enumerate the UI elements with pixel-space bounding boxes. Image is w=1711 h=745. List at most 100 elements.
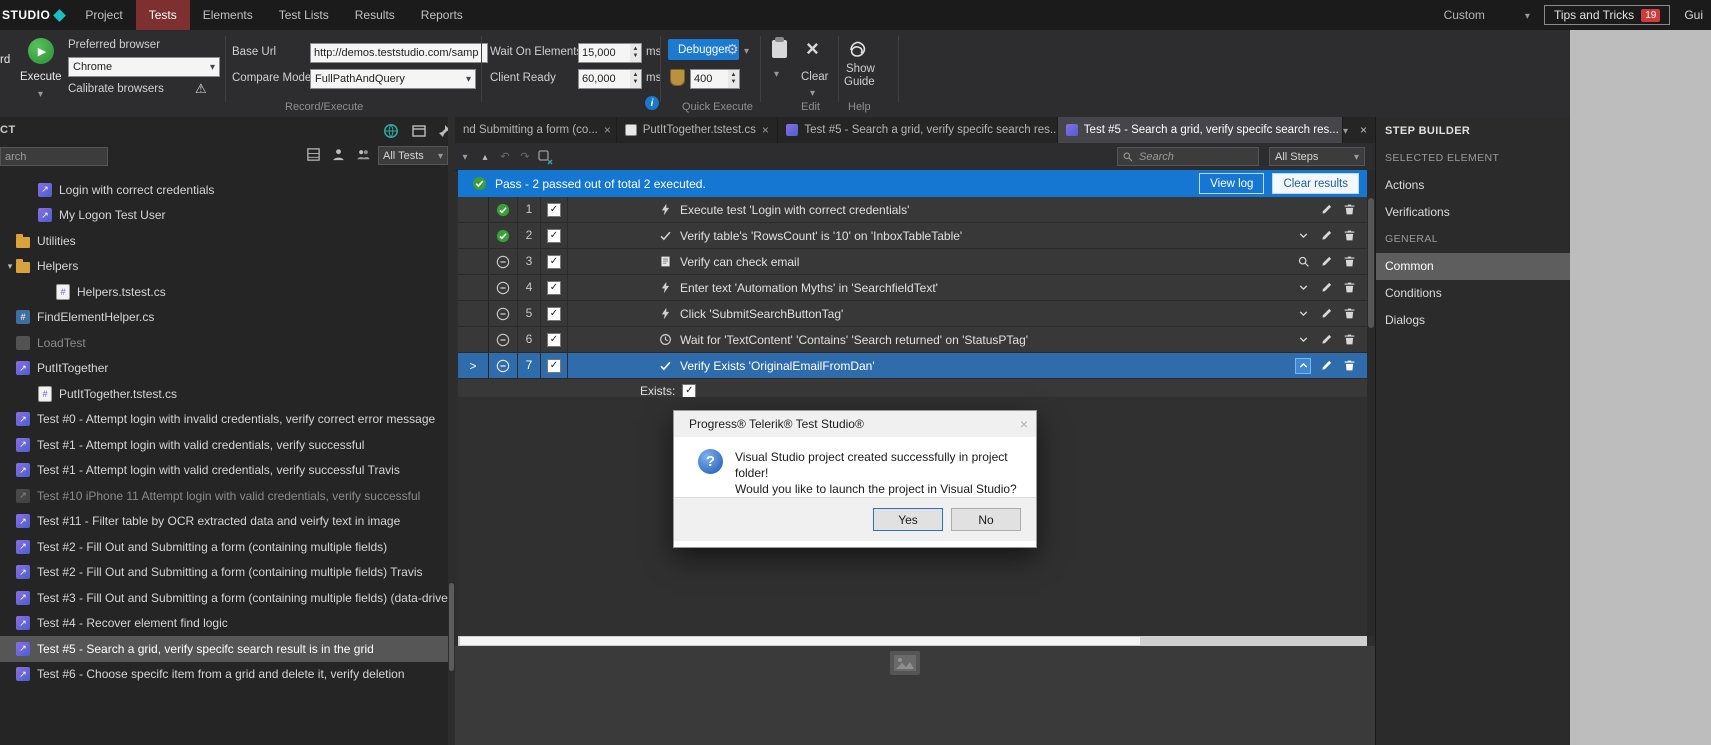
expand-step-icon[interactable] <box>1295 228 1311 244</box>
close-all-icon[interactable]: × <box>1360 123 1367 137</box>
delete-step-icon[interactable] <box>1341 254 1357 270</box>
wait-on-elements-input[interactable] <box>578 43 632 63</box>
tree-item[interactable]: FindElementHelper.cs <box>0 305 448 331</box>
gear-icon[interactable] <box>726 41 739 58</box>
clipboard-icon[interactable] <box>772 37 787 58</box>
section-common-selected[interactable]: Common <box>1376 253 1571 280</box>
clear-results-button[interactable]: Clear results <box>1272 173 1359 194</box>
edit-step-icon[interactable] <box>1318 202 1334 218</box>
edit-step-icon[interactable] <box>1318 228 1334 244</box>
close-icon[interactable] <box>762 123 769 137</box>
show-guide-button[interactable]: Show <box>846 63 875 75</box>
scrollbar-thumb[interactable] <box>460 637 1140 645</box>
no-button[interactable]: No <box>951 508 1021 531</box>
close-icon[interactable] <box>604 123 611 137</box>
tree-item[interactable]: Test #2 - Fill Out and Submitting a form… <box>0 560 448 586</box>
close-icon[interactable] <box>1020 416 1028 432</box>
expand-step-icon[interactable] <box>1295 280 1311 296</box>
tree-item[interactable]: Test #10 iPhone 11 Attempt login with va… <box>0 483 448 509</box>
step-checkbox[interactable] <box>541 249 568 274</box>
edit-step-icon[interactable] <box>1318 306 1334 322</box>
tree-item[interactable]: Helpers.tstest.cs <box>0 279 448 305</box>
clear-icon[interactable] <box>806 40 819 59</box>
steps-horizontal-scrollbar[interactable] <box>458 636 1367 646</box>
step-checkbox[interactable] <box>541 275 568 300</box>
tree-item[interactable]: ▾ Helpers <box>0 254 448 280</box>
section-conditions[interactable]: Conditions <box>1376 280 1571 307</box>
tab-overflow-icon[interactable] <box>1343 123 1348 137</box>
tree-item[interactable]: Utilities <box>0 228 448 254</box>
step-checkbox[interactable] <box>541 223 568 248</box>
undo-icon[interactable]: ↶ <box>495 150 515 163</box>
chevron-down-icon[interactable] <box>810 85 815 99</box>
step-row[interactable]: 1 Execute test 'Login with correct crede… <box>458 197 1367 223</box>
collapse-all-icon[interactable] <box>475 151 495 163</box>
edit-step-icon[interactable] <box>1318 358 1334 374</box>
collapse-step-icon[interactable] <box>1295 357 1311 374</box>
refresh-globe-icon[interactable] <box>383 123 399 139</box>
step-row[interactable]: 5 Click 'SubmitSearchButtonTag' <box>458 301 1367 327</box>
wait-on-elements-spinner[interactable]: ▲ ▼ <box>630 43 642 63</box>
expand-step-icon[interactable] <box>1295 306 1311 322</box>
inspect-step-icon[interactable] <box>1295 254 1311 270</box>
tree-item[interactable]: LoadTest <box>0 330 448 356</box>
section-dialogs[interactable]: Dialogs <box>1376 307 1571 334</box>
tree-item[interactable]: Test #3 - Fill Out and Submitting a form… <box>0 585 448 611</box>
step-checkbox[interactable] <box>541 301 568 326</box>
edit-step-icon[interactable] <box>1318 332 1334 348</box>
document-tab-active[interactable]: Test #5 - Search a grid, verify specifc … <box>1057 117 1343 143</box>
yes-button[interactable]: Yes <box>873 508 943 531</box>
threshold-input[interactable] <box>690 69 730 89</box>
dialog-title-bar[interactable]: Progress® Telerik® Test Studio® <box>674 411 1036 437</box>
chevron-down-icon[interactable] <box>774 66 779 80</box>
document-tab[interactable]: nd Submitting a form (co... <box>455 117 617 143</box>
document-tab[interactable]: PutItTogether.tstest.cs <box>617 117 779 143</box>
menu-results[interactable]: Results <box>342 0 408 30</box>
user-icon[interactable] <box>331 147 346 162</box>
menu-reports[interactable]: Reports <box>408 0 476 30</box>
tree-item[interactable]: PutItTogether <box>0 356 448 382</box>
compare-mode-select[interactable]: FullPathAndQuery <box>310 69 476 89</box>
section-actions[interactable]: Actions <box>1376 172 1571 199</box>
tree-item[interactable]: PutItTogether.tstest.cs <box>0 381 448 407</box>
edit-step-icon[interactable] <box>1318 280 1334 296</box>
tree-item[interactable]: My Logon Test User <box>0 203 448 229</box>
tree-item[interactable]: Test #6 - Choose specifc item from a gri… <box>0 662 448 688</box>
step-row[interactable]: 2 Verify table's 'RowsCount' is '10' on … <box>458 223 1367 249</box>
execute-button[interactable]: Execute <box>20 71 62 83</box>
scrollbar-thumb[interactable] <box>449 583 454 671</box>
menu-project[interactable]: Project <box>72 0 135 30</box>
delete-step-icon[interactable] <box>1341 280 1357 296</box>
step-row[interactable]: 3 Verify can check email <box>458 249 1367 275</box>
tips-and-tricks-button[interactable]: Tips and Tricks 19 <box>1543 5 1671 25</box>
execute-dropdown-icon[interactable] <box>38 86 43 100</box>
browser-select[interactable]: Chrome <box>68 57 220 77</box>
menu-elements[interactable]: Elements <box>190 0 266 30</box>
clear-button[interactable]: Clear <box>801 71 828 83</box>
view-log-button[interactable]: View log <box>1199 173 1265 194</box>
expanded-caret-icon[interactable]: ▾ <box>4 261 16 272</box>
users-icon[interactable] <box>356 147 371 162</box>
execute-play-icon[interactable] <box>28 38 54 64</box>
chevron-down-icon[interactable] <box>744 43 749 57</box>
calibrate-browsers-button[interactable]: Calibrate browsers <box>68 83 164 95</box>
steps-search-input[interactable] <box>1137 149 1241 164</box>
exists-checkbox[interactable] <box>682 384 697 398</box>
client-ready-spinner[interactable]: ▲ ▼ <box>630 69 642 89</box>
list-view-icon[interactable] <box>306 147 321 162</box>
steps-filter-select[interactable]: All Steps <box>1269 147 1365 166</box>
delete-step-icon[interactable] <box>1341 202 1357 218</box>
tree-item[interactable]: Test #4 - Recover element find logic <box>0 611 448 637</box>
scrollbar-thumb[interactable] <box>1368 198 1374 328</box>
window-icon[interactable] <box>411 123 427 139</box>
expand-all-icon[interactable] <box>455 151 475 163</box>
step-row[interactable]: 6 Wait for 'TextContent' 'Contains' 'Sea… <box>458 327 1367 353</box>
client-ready-input[interactable] <box>578 69 632 89</box>
custom-dropdown[interactable]: Custom <box>1444 8 1530 22</box>
step-checkbox[interactable] <box>541 197 568 222</box>
tree-item[interactable]: Login with correct credentials <box>0 177 448 203</box>
delete-step-icon[interactable] <box>1341 332 1357 348</box>
tree-item[interactable]: Test #11 - Filter table by OCR extracted… <box>0 509 448 535</box>
sidebar-search-input[interactable] <box>0 147 108 166</box>
guide-menu-partial[interactable]: Gui <box>1684 8 1703 22</box>
